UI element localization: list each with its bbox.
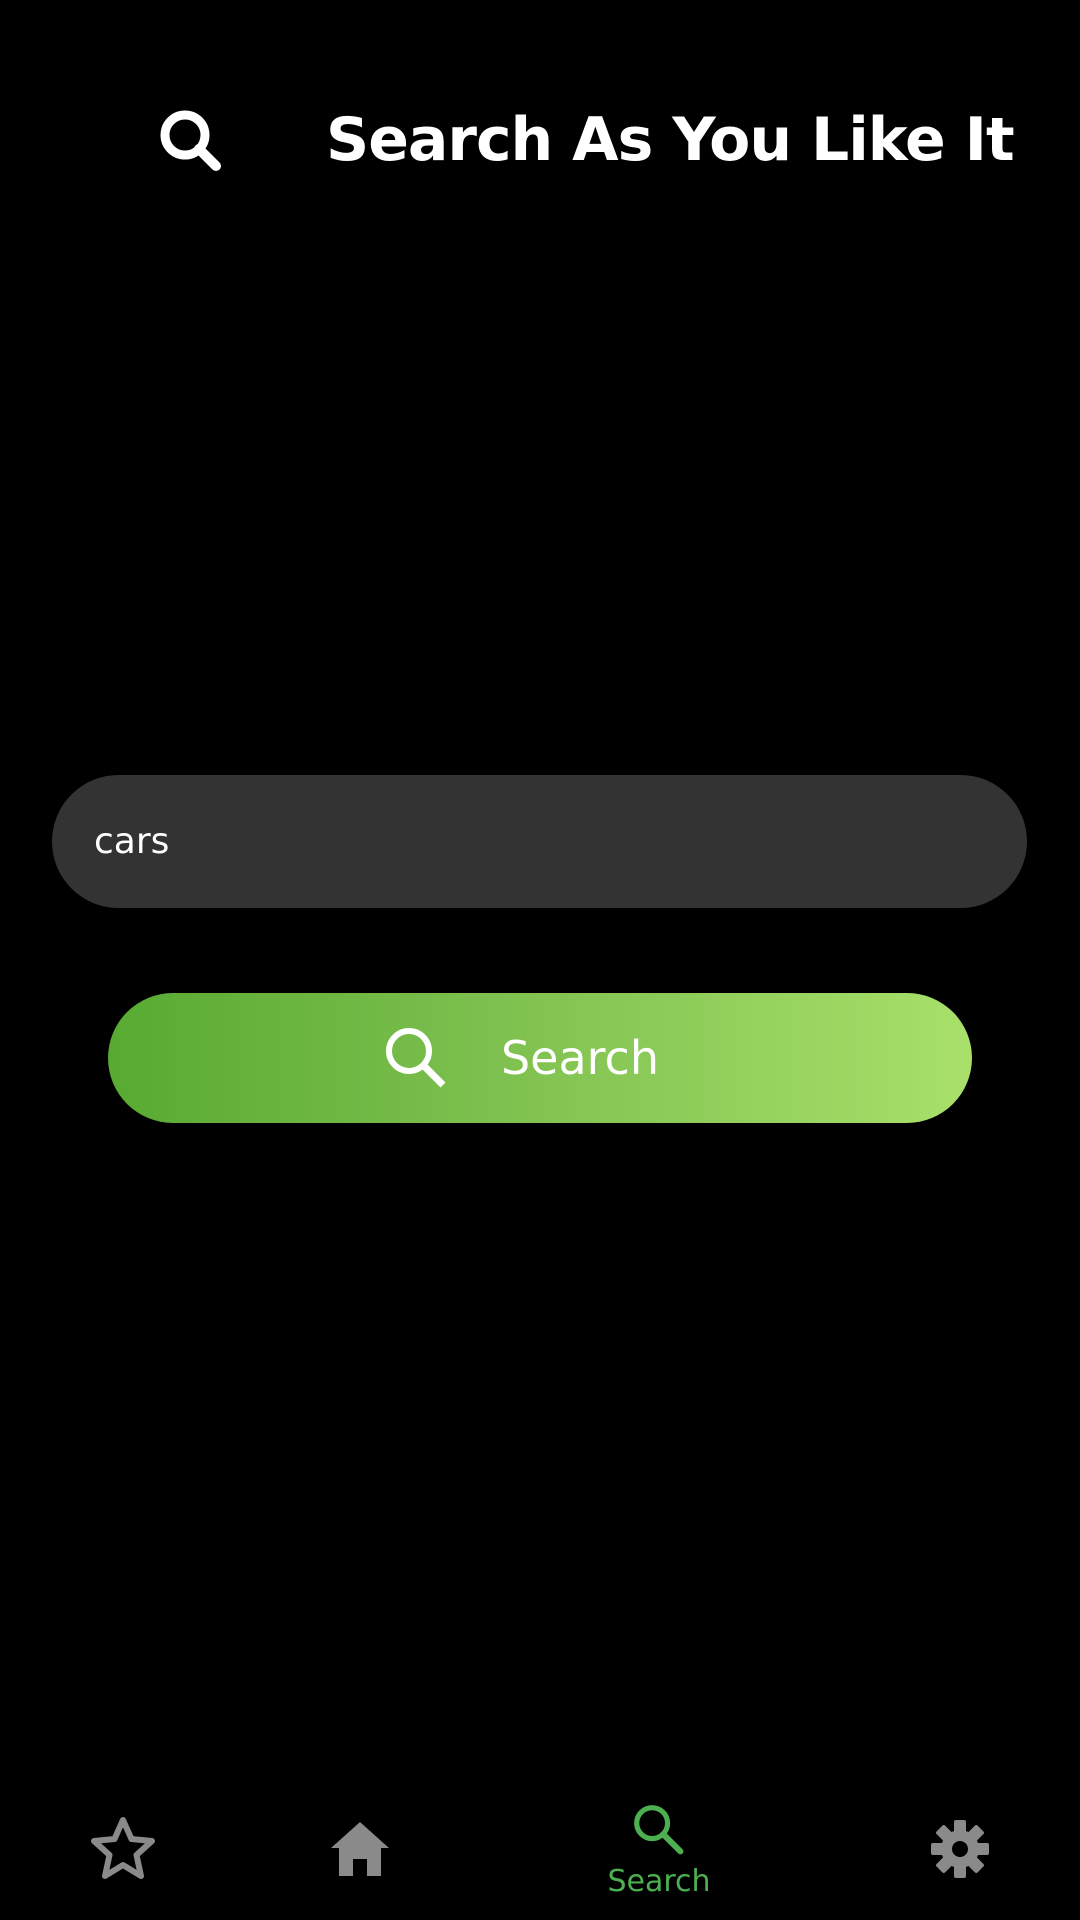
star-icon: [91, 1817, 155, 1879]
search-icon: [160, 110, 221, 171]
nav-item-search[interactable]: Search: [569, 1780, 749, 1920]
nav-item-home[interactable]: [270, 1780, 450, 1920]
nav-item-favorites[interactable]: [33, 1780, 213, 1920]
bottom-navigation: Search: [0, 1780, 1080, 1920]
gear-icon: [931, 1820, 989, 1878]
nav-item-settings[interactable]: [870, 1780, 1050, 1920]
search-button-label: Search: [500, 1031, 660, 1085]
page-title: Search As You Like It: [326, 105, 1015, 175]
nav-item-search-label: Search: [607, 1864, 711, 1899]
home-icon: [331, 1822, 389, 1876]
search-field[interactable]: [52, 775, 1027, 908]
search-button[interactable]: Search: [108, 993, 972, 1123]
app-header: Search As You Like It: [0, 90, 1080, 190]
search-icon: [385, 1028, 446, 1088]
search-icon: [634, 1805, 684, 1855]
search-input[interactable]: [94, 775, 974, 908]
